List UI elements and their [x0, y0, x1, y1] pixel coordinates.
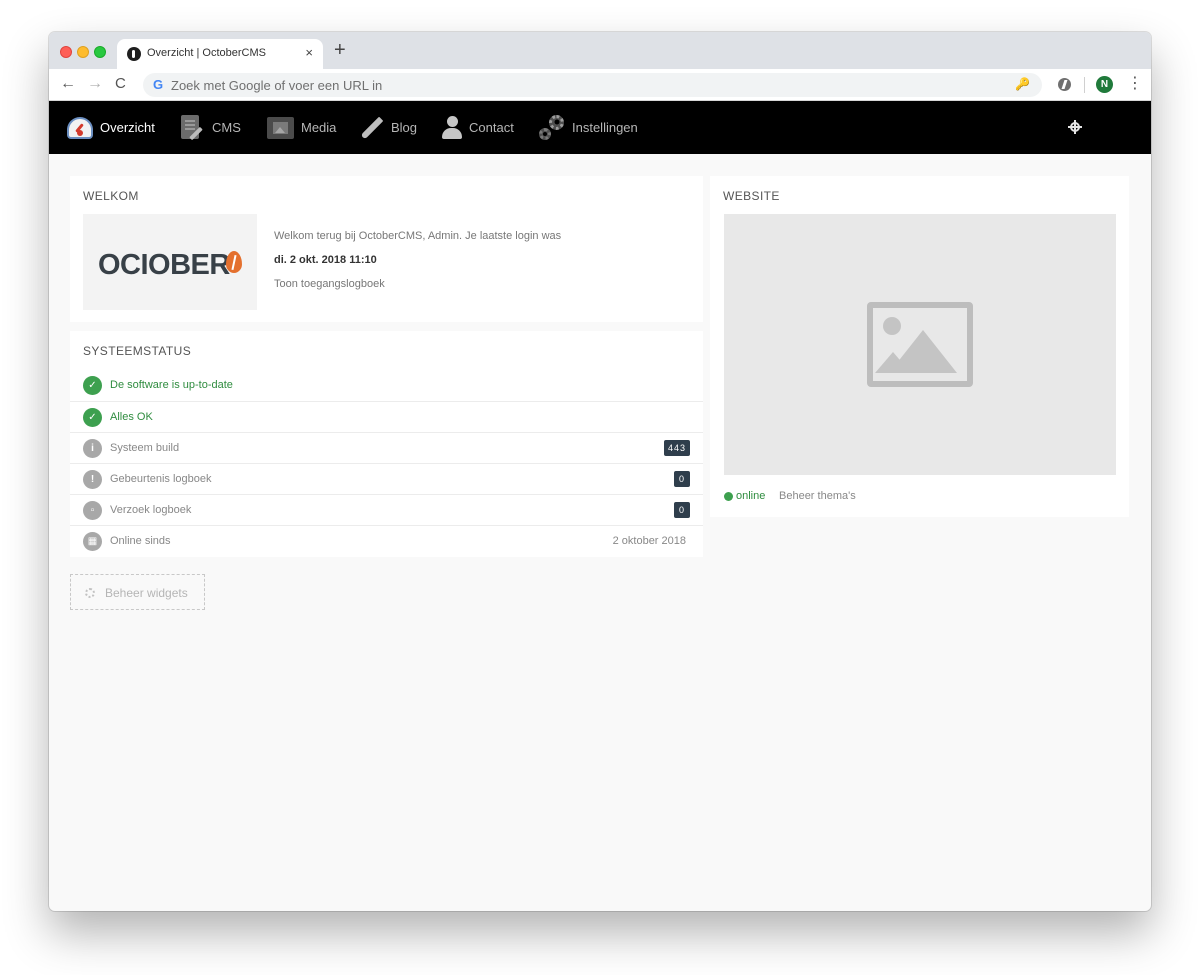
manage-themes-link[interactable]: Beheer thema's — [779, 490, 856, 502]
access-log-link[interactable]: Toon toegangslogboek — [274, 278, 385, 290]
blog-icon — [360, 116, 384, 140]
website-widget: WEBSITE online Beheer thema's — [710, 176, 1129, 517]
contact-icon — [442, 115, 462, 140]
october-favicon-icon — [127, 47, 141, 61]
nav-item-label: CMS — [212, 120, 241, 135]
browser-menu-icon[interactable]: ⋮ — [1127, 75, 1143, 93]
image-placeholder-icon — [867, 302, 973, 387]
status-label: Online sinds — [110, 535, 171, 547]
last-login-date: di. 2 okt. 2018 11:10 — [274, 254, 377, 266]
status-label: De software is up-to-date — [110, 379, 233, 391]
check-icon: ✓ — [83, 376, 102, 395]
online-since-date: 2 oktober 2018 — [612, 535, 686, 547]
nav-item-label: Overzicht — [100, 120, 155, 135]
online-status-dot — [724, 492, 733, 501]
reload-icon[interactable]: C — [115, 74, 126, 94]
status-row-online-since: ▦ Online sinds 2 oktober 2018 — [70, 525, 703, 556]
nav-item-contact[interactable]: Contact — [442, 101, 514, 154]
browser-window: Overzicht | OctoberCMS × + ← → C G 🔑 N ⋮… — [49, 32, 1151, 911]
back-icon[interactable]: ← — [60, 74, 76, 94]
status-label: Verzoek logboek — [110, 504, 192, 516]
key-icon[interactable]: 🔑 — [1015, 77, 1030, 91]
address-bar[interactable]: G 🔑 — [143, 73, 1042, 97]
welcome-message: Welkom terug bij OctoberCMS, Admin. Je l… — [274, 230, 562, 242]
browser-tab-active[interactable]: Overzicht | OctoberCMS × — [117, 39, 323, 69]
cms-icon — [181, 114, 205, 141]
widget-title: WEBSITE — [723, 189, 780, 203]
nav-item-label: Blog — [391, 120, 418, 135]
browser-toolbar: ← → C G 🔑 N ⋮ — [49, 69, 1151, 101]
maximize-window-button[interactable] — [94, 46, 106, 58]
october-logo: OCIOBER — [83, 214, 257, 310]
welcome-widget: WELKOM OCIOBER Welkom terug bij OctoberC… — [70, 176, 703, 322]
status-row-request-log[interactable]: ▫ Verzoek logboek 0 — [70, 494, 703, 525]
url-input[interactable] — [171, 76, 1001, 94]
toolbar-divider — [1084, 77, 1085, 93]
online-status-label[interactable]: online — [736, 490, 765, 502]
nav-item-cms[interactable]: CMS — [181, 101, 241, 154]
main-navigation: Overzicht CMS Media Blog Contact Instell… — [49, 101, 1151, 154]
extension-bolt-icon[interactable] — [1058, 78, 1071, 91]
manage-widgets-button[interactable]: Beheer widgets — [70, 574, 205, 610]
status-row-up-to-date: ✓ De software is up-to-date — [70, 370, 703, 401]
crosshair-icon[interactable] — [1068, 120, 1082, 134]
status-label: Systeem build — [110, 442, 180, 454]
status-label: Alles OK — [110, 411, 153, 423]
nav-item-overzicht[interactable]: Overzicht — [67, 101, 155, 154]
event-log-count-badge: 0 — [674, 471, 690, 487]
nav-item-blog[interactable]: Blog — [360, 101, 417, 154]
nav-item-media[interactable]: Media — [267, 101, 336, 154]
widget-title: SYSTEEMSTATUS — [83, 344, 192, 358]
forward-icon[interactable]: → — [87, 74, 103, 94]
leaf-icon — [226, 251, 242, 273]
build-number-badge: 443 — [663, 440, 690, 456]
system-status-widget: SYSTEEMSTATUS ✓ De software is up-to-dat… — [70, 331, 703, 557]
website-preview[interactable] — [724, 214, 1116, 475]
status-row-all-ok: ✓ Alles OK — [70, 401, 703, 432]
nav-item-label: Instellingen — [572, 120, 638, 135]
check-icon: ✓ — [83, 408, 102, 427]
logo-text: OCIOBER — [98, 249, 230, 281]
minimize-window-button[interactable] — [77, 46, 89, 58]
tab-title: Overzicht | OctoberCMS — [147, 47, 266, 59]
request-log-count-badge: 0 — [674, 502, 690, 518]
nav-item-instellingen[interactable]: Instellingen — [539, 101, 638, 154]
status-row-event-log[interactable]: ! Gebeurtenis logboek 0 — [70, 463, 703, 494]
manage-widgets-label: Beheer widgets — [105, 586, 188, 600]
info-icon: i — [83, 439, 102, 458]
warning-icon: ! — [83, 470, 102, 489]
nav-item-label: Contact — [469, 120, 514, 135]
dashboard-icon — [67, 116, 93, 139]
media-icon — [267, 116, 294, 139]
new-tab-button[interactable]: + — [334, 40, 346, 60]
gears-icon — [85, 588, 95, 598]
calendar-icon: ▦ — [83, 532, 102, 551]
tab-close-icon[interactable]: × — [305, 45, 313, 60]
file-icon: ▫ — [83, 501, 102, 520]
settings-icon — [539, 114, 565, 141]
nav-item-label: Media — [301, 120, 337, 135]
widget-title: WELKOM — [83, 189, 139, 203]
close-window-button[interactable] — [60, 46, 72, 58]
status-row-system-build[interactable]: i Systeem build 443 — [70, 432, 703, 463]
google-icon: G — [153, 77, 164, 92]
status-label: Gebeurtenis logboek — [110, 473, 212, 485]
tab-strip: Overzicht | OctoberCMS × + — [49, 32, 1151, 69]
profile-avatar[interactable]: N — [1096, 76, 1113, 93]
